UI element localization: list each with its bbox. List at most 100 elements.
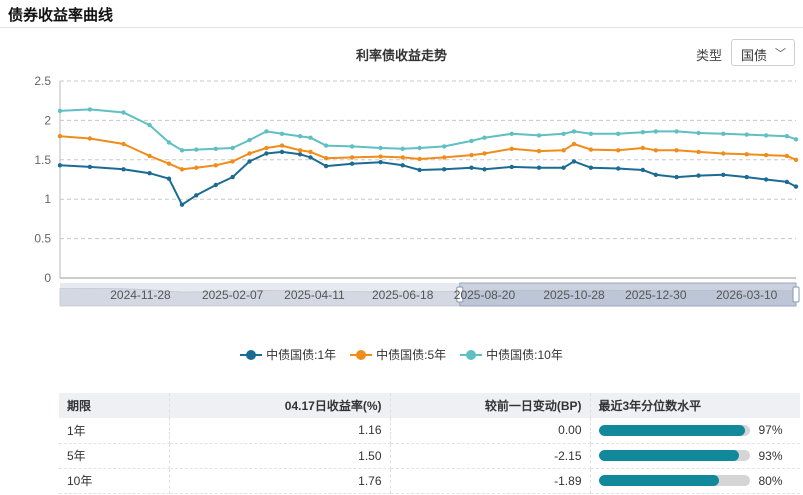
series-point — [442, 144, 447, 149]
panel-divider — [0, 27, 803, 28]
series-point — [213, 146, 218, 151]
chart-legend: 中债国债:1年 中债国债:5年 中债国债:10年 — [0, 346, 803, 363]
series-point — [721, 172, 726, 177]
series-point — [482, 167, 487, 172]
series-point — [640, 167, 645, 173]
panel-title: 债券收益率曲线 — [8, 7, 114, 24]
series-point — [793, 137, 799, 142]
series-point — [784, 179, 790, 185]
series-point — [400, 155, 405, 160]
series-point — [194, 147, 199, 152]
series-point — [417, 167, 422, 173]
type-label: 类型 — [696, 48, 723, 63]
yield-line-chart[interactable]: 0 0.5 1 1.5 2 2.5 2024-11-28 2025-02-07 2025-04-… — [0, 70, 803, 315]
percentile-text: 93% — [758, 448, 783, 463]
legend-item-1y[interactable]: 中债国债:1年 — [240, 346, 336, 363]
header-term: 期限 — [59, 393, 170, 418]
x-tick-label: 2025-02-07 — [202, 288, 264, 302]
series-point — [308, 155, 313, 160]
series-point — [561, 131, 566, 136]
header-yield: 04.17日收益率(%) — [169, 393, 391, 418]
series-point — [696, 130, 701, 136]
series-point — [640, 130, 645, 135]
header-change: 较前一日变动(BP) — [390, 393, 591, 418]
table-row: 5年 1.50 -2.15 93% — [59, 443, 800, 469]
percentile-bar-fill — [598, 424, 745, 436]
series-point — [87, 136, 93, 141]
cell-percentile: 93% — [590, 443, 800, 469]
series-point — [784, 153, 790, 159]
series-point — [721, 131, 726, 136]
percentile-text: 80% — [758, 473, 783, 488]
series-point — [87, 164, 93, 170]
series-point — [147, 153, 152, 159]
series-point — [509, 164, 514, 170]
x-tick-label: 2025-04-11 — [284, 288, 345, 302]
series-point — [378, 145, 383, 151]
legend-item-5y[interactable]: 中债国债:5年 — [350, 346, 446, 363]
series-point — [571, 129, 577, 134]
cell-percentile: 97% — [590, 418, 800, 444]
zoom-handle-right[interactable] — [792, 286, 800, 303]
x-tick-label: 2025-12-30 — [625, 288, 687, 302]
series-point — [674, 148, 679, 153]
series-point — [744, 174, 749, 180]
y-tick-label: 0 — [44, 271, 51, 285]
series-point — [349, 161, 355, 166]
series-point — [57, 108, 63, 114]
series-point — [247, 151, 252, 156]
cell-term: 1年 — [59, 418, 170, 444]
table-row: 10年 1.76 -1.89 80% — [59, 468, 800, 494]
series-point — [482, 151, 487, 156]
series-point — [588, 131, 594, 136]
cell-percentile: 80% — [590, 468, 800, 494]
y-tick-label: 0.5 — [34, 232, 51, 246]
series-point — [721, 151, 726, 156]
cell-change: -2.15 — [390, 443, 591, 469]
series-point — [349, 155, 355, 160]
series-point — [121, 167, 126, 172]
cell-yield: 1.50 — [169, 443, 391, 469]
percentile-bar-fill — [598, 450, 739, 461]
legend-label-10y: 中债国债:10年 — [486, 348, 563, 362]
series-point — [230, 174, 235, 180]
y-tick-label: 1.5 — [34, 153, 51, 167]
series-point — [653, 148, 658, 153]
cell-change: -1.89 — [390, 468, 591, 494]
legend-label-1y: 中债国债:1年 — [266, 348, 337, 362]
series-point — [674, 174, 679, 180]
series-point — [279, 143, 285, 148]
type-select[interactable]: 国债 ﹀ — [731, 39, 795, 66]
series-point — [588, 147, 594, 152]
series-point — [308, 149, 313, 155]
series-point — [247, 137, 252, 143]
series-point — [230, 159, 235, 164]
series-point — [230, 145, 235, 151]
x-tick-label: 2026-03-10 — [716, 288, 778, 302]
series-point — [571, 141, 577, 147]
series-point — [57, 134, 63, 139]
percentile-bar — [598, 475, 750, 486]
series-point — [264, 129, 269, 134]
series-point — [469, 138, 474, 144]
legend-label-5y: 中债国债:5年 — [376, 348, 447, 362]
y-tick-label: 2.5 — [34, 74, 51, 88]
legend-item-10y[interactable]: 中债国债:10年 — [460, 346, 563, 363]
series-point — [744, 152, 749, 157]
series-point — [400, 163, 405, 168]
series-point — [536, 133, 542, 138]
series-point — [213, 163, 218, 168]
series-point — [793, 157, 799, 162]
series-point — [166, 140, 172, 145]
x-tick-label: 2025-06-18 — [372, 288, 434, 302]
header-percentile: 最近3年分位数水平 — [590, 393, 800, 418]
series-point — [793, 184, 799, 189]
series-point — [297, 134, 303, 139]
series-point — [323, 163, 329, 169]
legend-marker-10y — [460, 349, 483, 360]
cell-term: 10年 — [59, 468, 170, 494]
series-point — [87, 107, 93, 112]
series-point — [264, 151, 269, 156]
x-tick-label: 2024-11-28 — [110, 288, 171, 302]
series-point — [323, 143, 329, 148]
